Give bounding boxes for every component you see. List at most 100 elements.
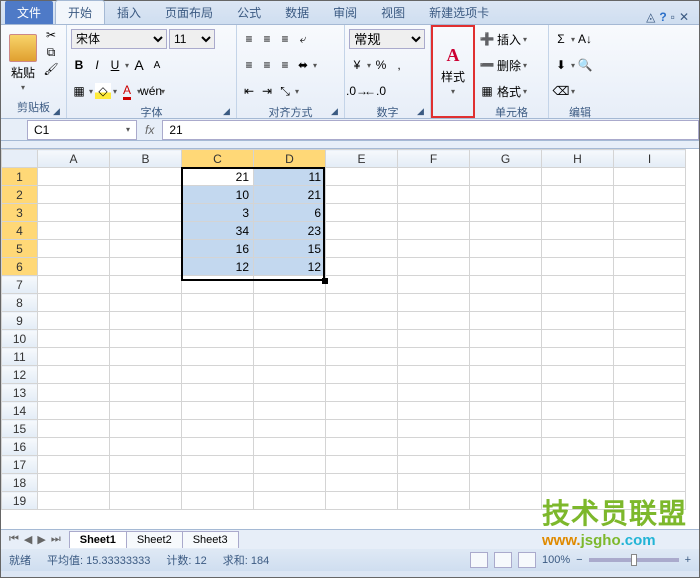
percent-icon[interactable]: % — [373, 57, 389, 73]
cell[interactable] — [38, 204, 110, 222]
col-header[interactable]: H — [542, 150, 614, 168]
tab-home[interactable]: 开始 — [55, 0, 105, 24]
paste-button[interactable]: 粘贴 ▾ — [5, 27, 41, 98]
name-box[interactable]: C1 ▾ — [27, 120, 137, 140]
cell[interactable] — [38, 294, 110, 312]
format-cells-button[interactable]: ▦格式▾ — [479, 79, 544, 103]
row-header[interactable]: 12 — [2, 366, 38, 384]
row-header[interactable]: 11 — [2, 348, 38, 366]
sheet-tab[interactable]: Sheet3 — [182, 531, 239, 548]
col-header[interactable]: E — [326, 150, 398, 168]
sheet-tab[interactable]: Sheet1 — [69, 531, 127, 548]
dialog-launcher-icon[interactable]: ◢ — [331, 106, 341, 116]
cell[interactable] — [182, 348, 254, 366]
cell[interactable] — [542, 456, 614, 474]
cell[interactable]: 21 — [254, 186, 326, 204]
cell[interactable] — [614, 366, 686, 384]
sort-filter-icon[interactable]: A↓ — [577, 31, 593, 47]
cell[interactable] — [110, 492, 182, 510]
cell[interactable] — [542, 348, 614, 366]
cell[interactable] — [326, 186, 398, 204]
cell[interactable]: 10 — [182, 186, 254, 204]
view-normal-icon[interactable] — [470, 552, 488, 568]
cell[interactable]: 3 — [182, 204, 254, 222]
cell[interactable] — [38, 186, 110, 204]
cell[interactable] — [110, 402, 182, 420]
decrease-decimal-icon[interactable]: ←.0 — [367, 83, 383, 99]
cell[interactable] — [254, 366, 326, 384]
cell[interactable] — [398, 456, 470, 474]
cell[interactable] — [254, 294, 326, 312]
cell[interactable] — [542, 438, 614, 456]
font-name-select[interactable]: 宋体 — [71, 29, 167, 49]
phonetic-icon[interactable]: wén — [143, 83, 159, 99]
merge-cells-icon[interactable]: ⬌ — [295, 57, 311, 73]
cell[interactable] — [254, 456, 326, 474]
cell[interactable] — [326, 366, 398, 384]
tab-layout[interactable]: 页面布局 — [153, 1, 225, 24]
cell[interactable] — [542, 222, 614, 240]
cell[interactable] — [542, 384, 614, 402]
view-pagebreak-icon[interactable] — [518, 552, 536, 568]
cell[interactable] — [254, 438, 326, 456]
cell[interactable] — [470, 276, 542, 294]
cell[interactable] — [38, 420, 110, 438]
row-header[interactable]: 9 — [2, 312, 38, 330]
cell[interactable] — [470, 240, 542, 258]
cell[interactable] — [398, 168, 470, 186]
number-format-select[interactable]: 常规 — [349, 29, 425, 49]
cell[interactable] — [542, 240, 614, 258]
cell[interactable] — [398, 294, 470, 312]
cell[interactable] — [110, 456, 182, 474]
cell[interactable] — [254, 348, 326, 366]
cell[interactable] — [470, 186, 542, 204]
tab-custom[interactable]: 新建选项卡 — [417, 1, 501, 24]
cell[interactable] — [470, 402, 542, 420]
align-left-icon[interactable]: ≡ — [241, 57, 257, 73]
spreadsheet-grid[interactable]: ABCDEFGHI1211121021336434235161561212789… — [1, 149, 699, 529]
cell[interactable] — [326, 492, 398, 510]
wrap-text-icon[interactable]: ⤶ — [295, 31, 311, 47]
cell[interactable] — [110, 258, 182, 276]
align-bottom-icon[interactable]: ≡ — [277, 31, 293, 47]
cell[interactable] — [398, 276, 470, 294]
cell[interactable] — [614, 384, 686, 402]
cell[interactable] — [254, 420, 326, 438]
cell[interactable] — [110, 222, 182, 240]
row-header[interactable]: 7 — [2, 276, 38, 294]
row-header[interactable]: 2 — [2, 186, 38, 204]
cell[interactable] — [542, 186, 614, 204]
delete-cells-button[interactable]: ➖删除▾ — [479, 53, 544, 77]
copy-icon[interactable]: ⧉ — [43, 44, 59, 60]
cell[interactable] — [182, 456, 254, 474]
cell[interactable] — [182, 330, 254, 348]
cell[interactable] — [398, 204, 470, 222]
row-header[interactable]: 13 — [2, 384, 38, 402]
cell[interactable]: 23 — [254, 222, 326, 240]
cell[interactable] — [398, 186, 470, 204]
cell[interactable]: 16 — [182, 240, 254, 258]
cell[interactable] — [614, 438, 686, 456]
cell[interactable] — [398, 366, 470, 384]
cell[interactable] — [614, 168, 686, 186]
cell[interactable] — [38, 168, 110, 186]
cell[interactable] — [470, 420, 542, 438]
row-header[interactable]: 18 — [2, 474, 38, 492]
cell[interactable] — [614, 222, 686, 240]
cell[interactable] — [254, 474, 326, 492]
dialog-launcher-icon[interactable]: ◢ — [417, 106, 427, 116]
cell[interactable] — [398, 312, 470, 330]
underline-icon[interactable]: U — [107, 57, 123, 73]
cell[interactable] — [38, 474, 110, 492]
sheet-nav-prev-icon[interactable]: ◀ — [22, 533, 34, 546]
bold-icon[interactable]: B — [71, 57, 87, 73]
cell[interactable] — [542, 294, 614, 312]
find-icon[interactable]: 🔍 — [577, 57, 593, 73]
cell[interactable] — [182, 402, 254, 420]
cell[interactable] — [38, 348, 110, 366]
cell[interactable] — [470, 330, 542, 348]
cell[interactable] — [182, 420, 254, 438]
cell[interactable] — [542, 312, 614, 330]
cell[interactable] — [326, 204, 398, 222]
cell[interactable]: 34 — [182, 222, 254, 240]
